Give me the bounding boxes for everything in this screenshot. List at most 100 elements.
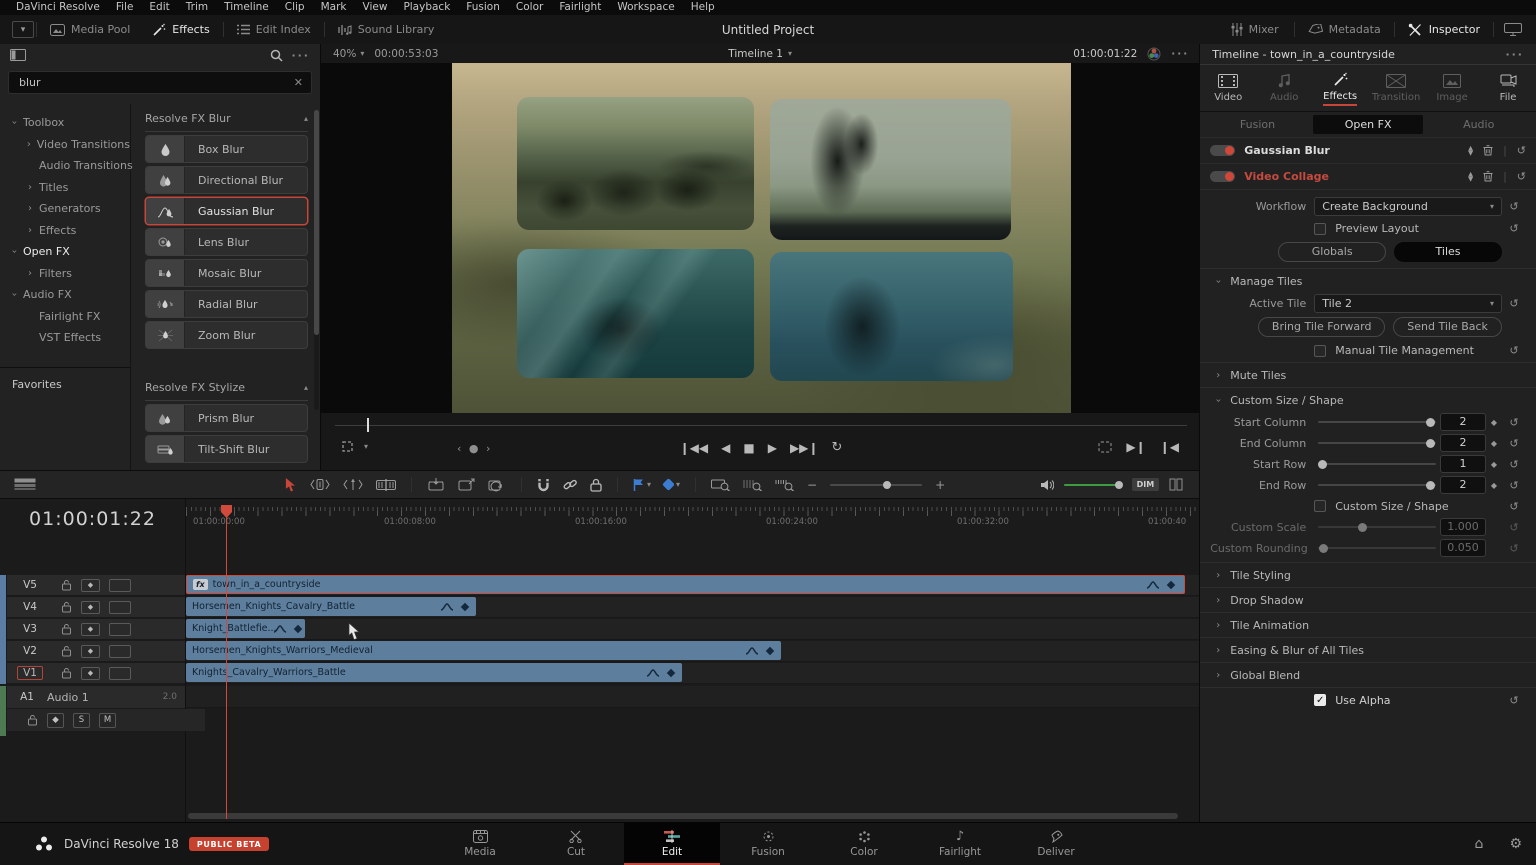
track-enable-icon[interactable] bbox=[109, 623, 131, 636]
clip-knights-cavalry-warriors-battle[interactable]: Knights_Cavalry_Warriors_Battle bbox=[186, 663, 682, 682]
solo-button[interactable]: S bbox=[73, 713, 90, 728]
media-pool-button[interactable]: Media Pool bbox=[39, 15, 141, 44]
custom-scale-value[interactable]: 1.000 bbox=[1440, 518, 1486, 536]
prev-clip-icon[interactable]: ❙◀ bbox=[1160, 440, 1179, 454]
reset-icon[interactable]: ↺ bbox=[1509, 694, 1518, 707]
tab-video[interactable]: Video bbox=[1200, 65, 1256, 111]
custom-rounding-slider[interactable] bbox=[1318, 547, 1436, 549]
menu-view[interactable]: View bbox=[355, 0, 396, 15]
sidebar-item-filters[interactable]: ›Filters bbox=[0, 263, 130, 285]
delete-effect-icon[interactable] bbox=[1483, 171, 1493, 182]
subtab-audio[interactable]: Audio bbox=[1423, 115, 1534, 134]
color-wheel-icon[interactable] bbox=[1147, 47, 1161, 61]
mixer-button[interactable]: Mixer bbox=[1220, 15, 1290, 44]
keyframe-icon[interactable]: ◆ bbox=[1486, 439, 1502, 448]
start-column-value[interactable]: 2 bbox=[1440, 413, 1486, 431]
menu-clip[interactable]: Clip bbox=[277, 0, 313, 15]
stop-button[interactable]: ■ bbox=[743, 441, 754, 455]
clip-horsemen-knights-cavalry-battle[interactable]: Horsemen_Knights_Cavalry_Battle bbox=[186, 597, 476, 616]
position-lock-icon[interactable] bbox=[590, 478, 602, 492]
timeline-view-options-icon[interactable] bbox=[14, 478, 36, 491]
custom-zoom-icon[interactable] bbox=[711, 478, 730, 491]
page-tab-cut[interactable]: Cut bbox=[528, 823, 624, 865]
auto-select-icon[interactable]: ◆ bbox=[81, 623, 100, 636]
search-icon[interactable] bbox=[270, 49, 283, 62]
track-enable-icon[interactable] bbox=[109, 601, 131, 614]
start-row-slider[interactable] bbox=[1318, 463, 1436, 465]
menu-playback[interactable]: Playback bbox=[395, 0, 458, 15]
viewer-canvas[interactable] bbox=[321, 63, 1201, 413]
page-tab-color[interactable]: Color bbox=[816, 823, 912, 865]
keyframe-diamond-icon[interactable] bbox=[294, 624, 302, 632]
blade-edit-mode-icon[interactable] bbox=[376, 479, 396, 491]
keyframe-diamond-icon[interactable] bbox=[667, 668, 675, 676]
go-to-first-frame-button[interactable]: ❙◀◀ bbox=[680, 441, 709, 455]
end-row-slider[interactable] bbox=[1318, 484, 1436, 486]
effects-search-box[interactable]: ✕ bbox=[8, 71, 312, 94]
keyframe-diamond-icon[interactable] bbox=[766, 646, 774, 654]
sidebar-item-vst-effects[interactable]: VST Effects bbox=[0, 327, 130, 349]
marker-dropdown-icon[interactable]: ▾ bbox=[676, 480, 680, 489]
page-tab-fairlight[interactable]: ♪ Fairlight bbox=[912, 823, 1008, 865]
reset-icon[interactable]: ↺ bbox=[1509, 297, 1518, 310]
keyframe-curve-icon[interactable] bbox=[440, 603, 454, 611]
menu-trim[interactable]: Trim bbox=[178, 0, 216, 15]
effect-item-lens-blur[interactable]: Lens Blur bbox=[145, 228, 308, 256]
metadata-button[interactable]: Metadata bbox=[1297, 15, 1392, 44]
reset-icon[interactable]: ↺ bbox=[1509, 521, 1518, 534]
effect-item-directional-blur[interactable]: Directional Blur bbox=[145, 166, 308, 194]
insert-clip-icon[interactable] bbox=[427, 478, 445, 492]
auto-select-icon[interactable]: ◆ bbox=[81, 645, 100, 658]
loop-button[interactable]: ↻ bbox=[831, 440, 842, 455]
menu-color[interactable]: Color bbox=[508, 0, 551, 15]
next-clip-icon[interactable]: ▶❙ bbox=[1126, 440, 1145, 454]
timeline-zoom-slider[interactable] bbox=[830, 484, 922, 486]
keyframe-curve-icon[interactable] bbox=[1146, 581, 1160, 589]
tab-effects[interactable]: Effects bbox=[1312, 65, 1368, 111]
bring-tile-forward-button[interactable]: Bring Tile Forward bbox=[1258, 317, 1385, 337]
dim-button[interactable]: DIM bbox=[1132, 478, 1160, 491]
track-enable-icon[interactable] bbox=[109, 579, 131, 592]
track-v5-label[interactable]: V5 bbox=[7, 579, 53, 591]
effect-enable-toggle[interactable] bbox=[1210, 145, 1235, 156]
section-global-blend[interactable]: › Global Blend bbox=[1200, 662, 1536, 687]
sidebar-item-favorites[interactable]: Favorites bbox=[0, 374, 130, 396]
interface-toggle-icon[interactable]: ▾ bbox=[12, 21, 34, 38]
use-alpha-checkbox[interactable]: ✓ bbox=[1314, 694, 1326, 706]
reset-icon[interactable]: ↺ bbox=[1509, 437, 1518, 450]
start-row-value[interactable]: 1 bbox=[1440, 455, 1486, 473]
snapping-magnet-icon[interactable] bbox=[537, 478, 550, 492]
lock-icon[interactable] bbox=[61, 645, 72, 657]
auto-select-icon[interactable]: ◆ bbox=[81, 667, 100, 680]
menu-fairlight[interactable]: Fairlight bbox=[551, 0, 609, 15]
clear-search-icon[interactable]: ✕ bbox=[294, 76, 303, 89]
end-column-slider[interactable] bbox=[1318, 442, 1436, 444]
reorder-icon[interactable]: ▲▼ bbox=[1468, 172, 1473, 182]
reset-icon[interactable]: ↺ bbox=[1509, 344, 1518, 357]
sidebar-item-titles[interactable]: ›Titles bbox=[0, 177, 130, 199]
effect-item-gaussian-blur[interactable]: Gaussian Blur bbox=[145, 197, 308, 225]
edit-index-button[interactable]: Edit Index bbox=[226, 15, 322, 44]
reset-icon[interactable]: ↺ bbox=[1517, 170, 1526, 183]
panel-layout-icon[interactable] bbox=[10, 49, 26, 61]
custom-rounding-value[interactable]: 0.050 bbox=[1440, 539, 1486, 557]
sidebar-item-fairlight-fx[interactable]: Fairlight FX bbox=[0, 306, 130, 328]
effect-item-box-blur[interactable]: Box Blur bbox=[145, 135, 308, 163]
page-tab-edit[interactable]: Edit bbox=[624, 823, 720, 865]
split-view-icon[interactable] bbox=[1169, 478, 1183, 491]
match-frame-icon[interactable] bbox=[1098, 441, 1112, 453]
play-button[interactable]: ▶ bbox=[768, 441, 777, 455]
keyframe-curve-icon[interactable] bbox=[646, 669, 660, 677]
menu-workspace[interactable]: Workspace bbox=[609, 0, 682, 15]
active-tile-dropdown[interactable]: Tile 2▾ bbox=[1314, 294, 1502, 313]
selection-mode-icon[interactable] bbox=[285, 478, 297, 492]
crop-tool-icon[interactable] bbox=[341, 440, 354, 453]
marker-button[interactable]: ▾ bbox=[664, 480, 680, 489]
effect-item-prism-blur[interactable]: Prism Blur bbox=[145, 404, 308, 432]
reset-icon[interactable]: ↺ bbox=[1509, 479, 1518, 492]
effect-item-tilt-shift-blur[interactable]: Tilt-Shift Blur bbox=[145, 435, 308, 463]
subtab-fusion[interactable]: Fusion bbox=[1202, 115, 1313, 134]
page-tab-fusion[interactable]: Fusion bbox=[720, 823, 816, 865]
track-v1-label[interactable]: V1 bbox=[7, 667, 53, 679]
sidebar-item-generators[interactable]: ›Generators bbox=[0, 198, 130, 220]
